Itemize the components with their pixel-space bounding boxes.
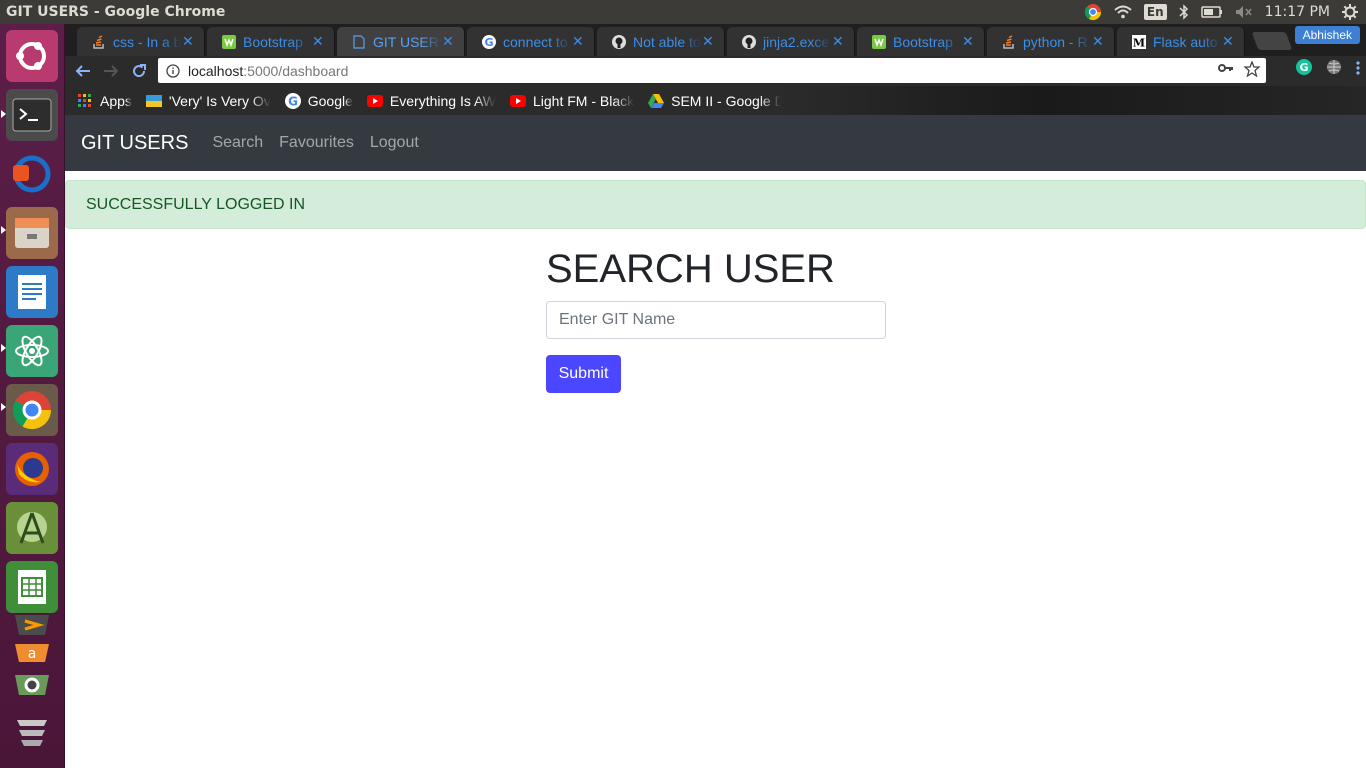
flag-icon (145, 93, 162, 109)
google-icon: G (481, 34, 497, 50)
terminal-icon[interactable] (6, 89, 58, 141)
submit-button[interactable]: Submit (546, 355, 621, 393)
tab-flask-auto[interactable]: M Flask auto ✕ (1117, 27, 1245, 56)
google-icon: G (284, 92, 301, 109)
youtube-icon (366, 93, 383, 109)
page-title: SEARCH USER (546, 247, 835, 291)
nav-link-favourites[interactable]: Favourites (279, 134, 354, 152)
svg-text:G: G (1299, 61, 1308, 74)
os-top-panel: GIT USERS - Google Chrome En 11:17 PM (0, 0, 1366, 24)
chrome-icon[interactable] (6, 384, 58, 436)
bookmark-google[interactable]: G Google (284, 92, 353, 109)
ubuntu-launcher: a (0, 24, 65, 768)
bookmark-light-fm-black[interactable]: Light FM - Black (509, 93, 634, 109)
chrome-menu-icon[interactable] (1356, 60, 1360, 79)
bookmark-apps[interactable]: Apps (77, 93, 132, 109)
svg-text:M: M (1133, 36, 1145, 49)
success-alert: SUCCESSFULLY LOGGED IN (65, 180, 1366, 229)
tab-python-r[interactable]: python - R ✕ (987, 27, 1115, 56)
apps-grid-icon (77, 93, 93, 109)
bootstrap-icon (221, 34, 237, 50)
git-name-input[interactable] (546, 301, 886, 339)
bookmark-star-icon[interactable] (1243, 60, 1261, 81)
bookmark-everything-is-aw[interactable]: Everything Is AW (366, 93, 496, 109)
battery-icon[interactable] (1200, 6, 1223, 18)
firefox-icon[interactable] (6, 443, 58, 495)
files-icon[interactable] (6, 207, 58, 259)
globe-extension-icon[interactable] (1326, 59, 1342, 79)
site-info-icon[interactable] (166, 63, 180, 78)
tab-connect-to[interactable]: G connect to ✕ (467, 27, 595, 56)
close-tab-icon[interactable]: ✕ (832, 33, 846, 50)
bookmark-very-is-very-ov[interactable]: 'Very' Is Very Ov (145, 93, 271, 109)
wifi-icon[interactable] (1114, 5, 1132, 19)
libreoffice-writer-icon[interactable] (6, 266, 58, 318)
close-tab-icon[interactable]: ✕ (312, 33, 326, 50)
youtube-icon (509, 93, 526, 109)
android-studio-icon[interactable] (6, 502, 58, 554)
new-tab-button[interactable] (1251, 32, 1293, 50)
close-tab-icon[interactable]: ✕ (572, 33, 586, 50)
close-tab-icon[interactable]: ✕ (442, 33, 456, 50)
window-title: GIT USERS - Google Chrome (6, 4, 226, 20)
keyboard-language-indicator[interactable]: En (1143, 4, 1167, 20)
bookmarks-bar: Apps 'Very' Is Very Ov G Google Everythi… (65, 86, 1366, 115)
close-tab-icon[interactable]: ✕ (702, 33, 716, 50)
medium-icon: M (1131, 34, 1147, 50)
back-icon[interactable] (69, 57, 97, 85)
stackoverflow-icon (91, 34, 107, 50)
bookmark-sem-ii-google-drive[interactable]: SEM II - Google D (648, 93, 781, 109)
forward-icon[interactable] (97, 57, 125, 85)
navbar-brand[interactable]: GIT USERS (81, 132, 188, 155)
libreoffice-calc-icon[interactable] (6, 561, 58, 613)
tab-strip: css - In a bu ✕ Bootstrap ✕ GIT USERS ✕ … (65, 24, 1366, 56)
tab-git-users[interactable]: GIT USERS ✕ (337, 27, 465, 56)
ubuntu-dash-icon[interactable] (6, 30, 58, 82)
key-icon[interactable] (1218, 61, 1234, 81)
close-tab-icon[interactable]: ✕ (182, 33, 196, 50)
reload-icon[interactable] (125, 57, 153, 85)
page-icon (351, 34, 367, 50)
atom-icon[interactable] (6, 325, 58, 377)
close-tab-icon[interactable]: ✕ (962, 33, 976, 50)
browser-chrome: css - In a bu ✕ Bootstrap ✕ GIT USERS ✕ … (65, 24, 1366, 115)
clock[interactable]: 11:17 PM (1265, 4, 1330, 20)
drive-icon (648, 93, 665, 109)
bootstrap-icon (871, 34, 887, 50)
github-icon (741, 34, 757, 50)
app-navbar: GIT USERS Search Favourites Logout (65, 115, 1366, 171)
power-settings-icon[interactable] (1342, 4, 1358, 20)
sublime-text-icon[interactable] (6, 610, 58, 640)
web-page: GIT USERS Search Favourites Logout SUCCE… (65, 115, 1366, 768)
bluetooth-icon[interactable] (1179, 4, 1189, 20)
stackoverflow-icon (1001, 34, 1017, 50)
tab-not-able-to[interactable]: Not able to ✕ (597, 27, 725, 56)
grammarly-icon[interactable]: G (1296, 59, 1312, 79)
svg-text:a: a (28, 646, 37, 662)
software-updater-icon[interactable] (6, 148, 58, 200)
url-path: :5000/dashboard (243, 62, 349, 79)
browser-toolbar: localhost:5000/dashboard G (65, 56, 1366, 86)
trash-icon[interactable] (6, 708, 58, 758)
svg-text:G: G (288, 94, 298, 108)
svg-text:G: G (484, 36, 493, 49)
tab-bootstrap-2[interactable]: Bootstrap ✕ (857, 27, 985, 56)
nav-link-search[interactable]: Search (212, 134, 263, 152)
url-host: localhost (188, 62, 244, 79)
volume-muted-icon[interactable] (1235, 5, 1253, 19)
amazon-icon[interactable]: a (6, 640, 58, 666)
close-tab-icon[interactable]: ✕ (1092, 33, 1106, 50)
system-settings-icon[interactable] (6, 670, 58, 700)
close-tab-icon[interactable]: ✕ (1222, 33, 1236, 50)
tab-bootstrap-1[interactable]: Bootstrap ✕ (207, 27, 335, 56)
tab-jinja2-exce[interactable]: jinja2.exce ✕ (727, 27, 855, 56)
nav-link-logout[interactable]: Logout (370, 134, 419, 152)
chrome-indicator-icon[interactable] (1084, 3, 1102, 21)
tab-css-in-a-bu[interactable]: css - In a bu ✕ (77, 27, 205, 56)
profile-button[interactable]: Abhishek (1294, 26, 1360, 44)
github-icon (611, 34, 627, 50)
address-bar[interactable]: localhost:5000/dashboard (158, 58, 1266, 83)
